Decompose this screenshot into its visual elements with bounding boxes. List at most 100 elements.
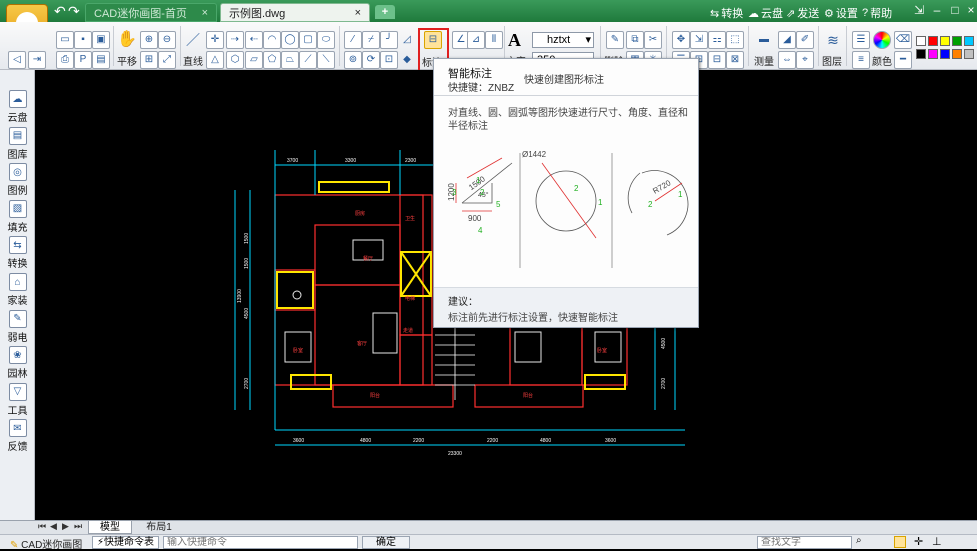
sidebar-item-8[interactable]: ▽ 工具 (0, 382, 35, 419)
move-icon[interactable]: ✥ (672, 31, 690, 49)
add-tab-button[interactable]: + (375, 5, 395, 19)
continuous-dim-icon[interactable]: ⫴ (485, 31, 503, 49)
zoom-in-icon[interactable]: ⊕ (140, 31, 158, 49)
color-swatch[interactable] (940, 36, 950, 46)
color-swatch[interactable] (964, 49, 974, 59)
break-icon[interactable]: ⊟ (708, 51, 726, 69)
undo-icon[interactable]: ↶ (54, 3, 66, 20)
close-icon[interactable]: × (202, 7, 208, 19)
first-page-icon[interactable]: ⏮ (38, 521, 46, 532)
zoom-window-icon[interactable]: ⊞ (140, 51, 158, 69)
sidebar-item-7[interactable]: ❀ 园林 (0, 346, 35, 382)
minimize-button[interactable]: – (928, 2, 946, 19)
color-swatch[interactable] (928, 49, 938, 59)
layer-label[interactable]: 图层 (822, 53, 842, 68)
extend-icon[interactable]: ⁄ (344, 31, 362, 49)
xline-icon[interactable]: ✛ (206, 31, 224, 49)
send-menu[interactable]: ⇗ 发送 (786, 5, 819, 21)
hexagon-icon[interactable]: ⬡ (226, 51, 244, 69)
color-wheel-icon[interactable] (873, 31, 891, 49)
ray-icon[interactable]: ⇢ (226, 31, 244, 49)
next-page-icon[interactable]: ▶ (62, 521, 69, 532)
color-swatch[interactable] (940, 49, 950, 59)
line-label[interactable]: 直线 (183, 53, 203, 68)
tab-home[interactable]: CAD迷你画图-首页 × (85, 3, 217, 22)
sidebar-item-9[interactable]: ✉ 反馈 (0, 419, 35, 455)
last-page-icon[interactable]: ⏭ (74, 521, 82, 532)
save-icon[interactable]: ▪ (74, 31, 92, 49)
save-as-icon[interactable]: ▣ (92, 31, 110, 49)
confirm-button[interactable]: 确定 (362, 536, 410, 549)
highlight-icon[interactable]: ✐ (796, 31, 814, 49)
stretch-icon[interactable]: ⇲ (690, 31, 708, 49)
restore-button[interactable]: ⇲ (910, 2, 928, 19)
polyline-icon[interactable]: ⇠ (245, 31, 263, 49)
array-icon[interactable]: ⚏ (708, 31, 726, 49)
tab-model[interactable]: 模型 (88, 521, 132, 534)
zoom-extents-icon[interactable]: ⤢ (158, 51, 176, 69)
diagonal-icon[interactable]: ⟋ (299, 51, 317, 69)
search-text-input[interactable] (757, 536, 852, 549)
rectangle-icon[interactable]: ▢ (299, 31, 317, 49)
linetype-icon[interactable]: ≡ (852, 51, 870, 69)
cut-icon[interactable]: ✂ (644, 31, 662, 49)
mirror-icon[interactable]: ◆ (398, 51, 416, 69)
pdf-icon[interactable]: P (74, 51, 92, 69)
export-icon[interactable]: ⇥ (28, 51, 46, 69)
pan-label[interactable]: 平移 (117, 53, 137, 68)
trim-icon[interactable]: ⌿ (362, 31, 380, 49)
color-swatch[interactable] (952, 49, 962, 59)
redo-icon[interactable]: ↷ (68, 3, 80, 20)
print-icon[interactable]: ⎙ (56, 51, 74, 69)
offset-icon[interactable]: ⊚ (344, 51, 362, 69)
layer-icon[interactable]: ≋ (824, 31, 842, 49)
block-icon[interactable]: ⬚ (726, 31, 744, 49)
chamfer-icon[interactable]: ◿ (398, 31, 416, 49)
color-label[interactable]: 颜色 (872, 53, 892, 68)
properties-icon[interactable]: ☰ (852, 31, 870, 49)
sidebar-item-0[interactable]: ☁ 云盘 (0, 90, 35, 126)
eraser-icon[interactable]: ⌫ (894, 31, 912, 49)
measure-icon[interactable]: ▬ (755, 31, 773, 49)
backslash-icon[interactable]: ⟍ (317, 51, 335, 69)
pan-icon[interactable]: ✋ (117, 31, 137, 49)
parallelogram-icon[interactable]: ▱ (245, 51, 263, 69)
sidebar-item-2[interactable]: ◎ 图例 (0, 163, 35, 199)
sidebar-item-3[interactable]: ▧ 填充 (0, 199, 35, 236)
zoom-out-icon[interactable]: ⊖ (158, 31, 176, 49)
distance-icon[interactable]: ⇔ (778, 51, 796, 69)
tab-file[interactable]: 示例图.dwg × (220, 3, 370, 22)
close-window-button[interactable]: × (962, 2, 977, 19)
sidebar-item-6[interactable]: ✎ 弱电 (0, 309, 35, 346)
fillet-icon[interactable]: ╯ (380, 31, 398, 49)
line-icon[interactable]: ／ (184, 31, 202, 49)
shortcut-table-button[interactable]: ⚡快捷命令表 (92, 536, 160, 549)
area-icon[interactable]: ◢ (778, 31, 796, 49)
help-menu[interactable]: ? 帮助 (862, 5, 892, 21)
arc-icon[interactable]: ◠ (263, 31, 281, 49)
ellipse-icon[interactable]: ⬭ (317, 31, 335, 49)
circle-icon[interactable]: ◯ (281, 31, 299, 49)
lineweight-icon[interactable]: ━ (894, 51, 912, 69)
color-swatch[interactable] (952, 36, 962, 46)
sidebar-item-1[interactable]: ▤ 图库 (0, 126, 35, 163)
ortho-icon[interactable]: ⊥ (932, 535, 942, 548)
prev-page-icon[interactable]: ◀ (50, 521, 57, 532)
snap-icon[interactable] (894, 536, 906, 548)
command-input[interactable] (163, 536, 358, 549)
tab-layout1[interactable]: 布局1 (136, 521, 182, 534)
scale-icon[interactable]: ⊡ (380, 51, 398, 69)
search-icon[interactable]: ⌕ (856, 535, 862, 546)
text-style-select[interactable]: hztxt ▾ (532, 32, 594, 48)
close-icon[interactable]: × (355, 7, 361, 19)
coord-icon[interactable]: ⌖ (796, 51, 814, 69)
text-icon[interactable]: A (508, 30, 521, 51)
measure-label[interactable]: 测量 (754, 53, 774, 68)
pencil-icon[interactable]: ✎ (606, 31, 624, 49)
color-swatch[interactable] (964, 36, 974, 46)
copy-icon[interactable]: ⧉ (626, 31, 644, 49)
sidebar-item-4[interactable]: ⇆ 转换 (0, 236, 35, 272)
color-swatch[interactable] (916, 49, 926, 59)
open-icon[interactable]: ▭ (56, 31, 74, 49)
polygon-icon[interactable]: ⬠ (263, 51, 281, 69)
